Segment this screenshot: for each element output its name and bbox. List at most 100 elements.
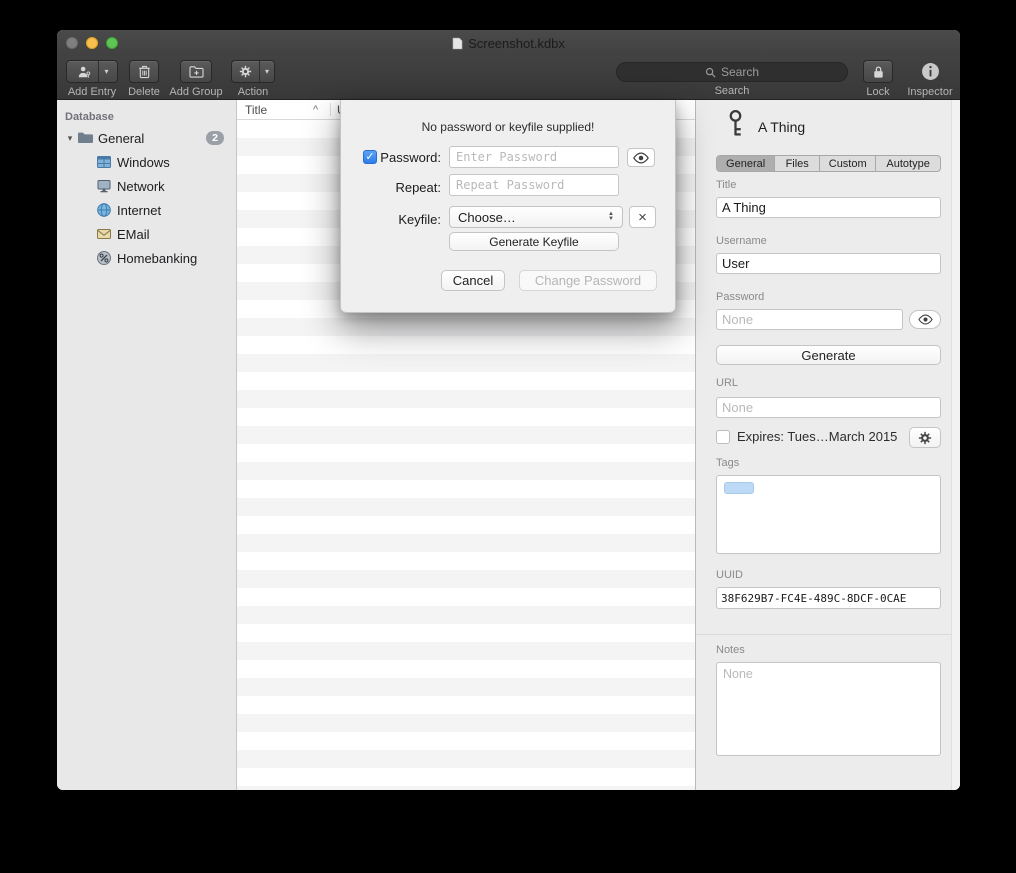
action-dropdown-segment[interactable]: ▾ <box>259 61 274 82</box>
sidebar-item-internet[interactable]: Internet <box>57 198 236 222</box>
sidebar-section-header: Database <box>57 108 236 126</box>
lock-button[interactable] <box>863 60 893 83</box>
action-main-segment[interactable] <box>232 61 259 82</box>
repeat-password-input[interactable] <box>449 174 619 196</box>
tag-chip[interactable] <box>724 482 754 494</box>
sidebar-item-network[interactable]: Network <box>57 174 236 198</box>
add-entry-main-segment[interactable] <box>70 61 98 82</box>
minimize-button[interactable] <box>86 37 98 49</box>
sidebar-item-homebanking[interactable]: Homebanking <box>57 246 236 270</box>
toolbar-item-action: ▾ Action <box>229 60 277 98</box>
repeat-label: Repeat: <box>375 180 441 195</box>
window-title-text: Screenshot.kdbx <box>468 36 565 51</box>
notes-field-label: Notes <box>716 644 745 656</box>
generate-keyfile-button[interactable]: Generate Keyfile <box>449 232 619 251</box>
expires-settings-button[interactable] <box>909 427 941 448</box>
tags-field[interactable] <box>716 475 941 554</box>
entry-count-badge: 2 <box>206 131 224 145</box>
title-field[interactable] <box>716 197 941 218</box>
lock-label: Lock <box>866 86 889 98</box>
uuid-field[interactable] <box>716 587 941 609</box>
envelope-icon <box>96 226 112 242</box>
add-entry-dropdown-segment[interactable]: ▾ <box>98 61 113 82</box>
document-icon <box>452 37 463 50</box>
password-field-label: Password <box>716 291 764 303</box>
sidebar: Database ▾ General 2 W <box>57 100 237 790</box>
entry-title: A Thing <box>758 119 805 135</box>
clear-keyfile-button[interactable]: × <box>629 206 656 228</box>
eye-icon <box>632 152 650 164</box>
search-label: Search <box>715 85 750 97</box>
expires-checkbox[interactable] <box>716 430 730 444</box>
popup-chevrons-icon: ▲ ▼ <box>608 212 614 222</box>
inspector-label: Inspector <box>907 86 952 98</box>
search-placeholder: Search <box>721 65 759 79</box>
clear-x-icon: × <box>638 209 647 226</box>
sidebar-group-general[interactable]: ▾ General 2 <box>57 126 236 150</box>
password-field[interactable] <box>716 309 903 330</box>
add-group-label: Add Group <box>169 86 222 98</box>
chevron-down-icon: ▾ <box>104 67 108 76</box>
add-entry-label: Add Entry <box>68 86 116 98</box>
change-password-dialog: No password or keyfile supplied! ✓ Passw… <box>340 100 676 313</box>
cancel-button[interactable]: Cancel <box>441 270 505 291</box>
url-field-label: URL <box>716 377 738 389</box>
trash-icon <box>138 64 151 79</box>
keyfile-popup[interactable]: Choose… ▲ ▼ <box>449 206 623 228</box>
screen: Screenshot.kdbx ▾ <box>0 0 1016 873</box>
eye-icon <box>917 314 934 325</box>
tags-field-label: Tags <box>716 457 739 469</box>
info-icon <box>921 62 940 81</box>
sort-ascending-icon: ^ <box>313 104 318 116</box>
inspector-toggle-button[interactable] <box>921 60 940 83</box>
folder-plus-icon <box>189 65 204 78</box>
expires-label: Expires: Tues…March 2015 <box>737 429 897 444</box>
chevron-down-icon: ▾ <box>265 67 269 76</box>
sidebar-item-label: Windows <box>117 155 170 170</box>
change-password-button[interactable]: Change Password <box>519 270 657 291</box>
tab-custom[interactable]: Custom <box>819 156 875 171</box>
search-icon <box>705 67 716 78</box>
gear-icon <box>239 65 252 78</box>
uuid-field-label: UUID <box>716 569 743 581</box>
username-field[interactable] <box>716 253 941 274</box>
sidebar-group-label: General <box>98 131 144 146</box>
add-group-button[interactable] <box>180 60 212 83</box>
search-input[interactable]: Search <box>616 62 848 82</box>
action-button[interactable]: ▾ <box>231 60 275 83</box>
show-password-button[interactable] <box>627 148 655 167</box>
section-divider <box>696 634 951 635</box>
toolbar-item-delete: Delete <box>123 60 165 98</box>
close-button[interactable] <box>66 37 78 49</box>
tab-autotype[interactable]: Autotype <box>875 156 940 171</box>
delete-label: Delete <box>128 86 160 98</box>
tab-general[interactable]: General <box>717 156 774 171</box>
dialog-message: No password or keyfile supplied! <box>341 120 675 134</box>
gear-icon <box>918 431 932 445</box>
sidebar-item-email[interactable]: EMail <box>57 222 236 246</box>
column-header-title[interactable]: Title <box>245 103 267 117</box>
check-icon: ✓ <box>365 151 374 163</box>
disclosure-triangle-icon[interactable]: ▾ <box>63 133 77 144</box>
window-content: Database ▾ General 2 W <box>57 100 960 790</box>
windows-icon <box>96 154 112 170</box>
show-password-button[interactable] <box>909 310 941 329</box>
inspector-scrollbar[interactable] <box>951 100 960 790</box>
sidebar-item-windows[interactable]: Windows <box>57 150 236 174</box>
tab-files[interactable]: Files <box>774 156 819 171</box>
keyfile-label: Keyfile: <box>375 212 441 227</box>
inspector-panel: A Thing General Files Custom Autotype Ti… <box>695 100 960 790</box>
inspector-tabs: General Files Custom Autotype <box>716 155 941 172</box>
toolbar-item-add-entry: ▾ Add Entry <box>63 60 121 98</box>
toolbar-item-search: Search Search <box>613 60 851 97</box>
password-input[interactable] <box>449 146 619 168</box>
generate-password-button[interactable]: Generate <box>716 345 941 365</box>
column-divider[interactable] <box>330 103 331 116</box>
toolbar-item-inspector: Inspector <box>902 60 958 98</box>
zoom-button[interactable] <box>106 37 118 49</box>
sidebar-item-label: Internet <box>117 203 161 218</box>
add-entry-button[interactable]: ▾ <box>66 60 118 83</box>
notes-field[interactable] <box>716 662 941 756</box>
delete-button[interactable] <box>129 60 159 83</box>
url-field[interactable] <box>716 397 941 418</box>
